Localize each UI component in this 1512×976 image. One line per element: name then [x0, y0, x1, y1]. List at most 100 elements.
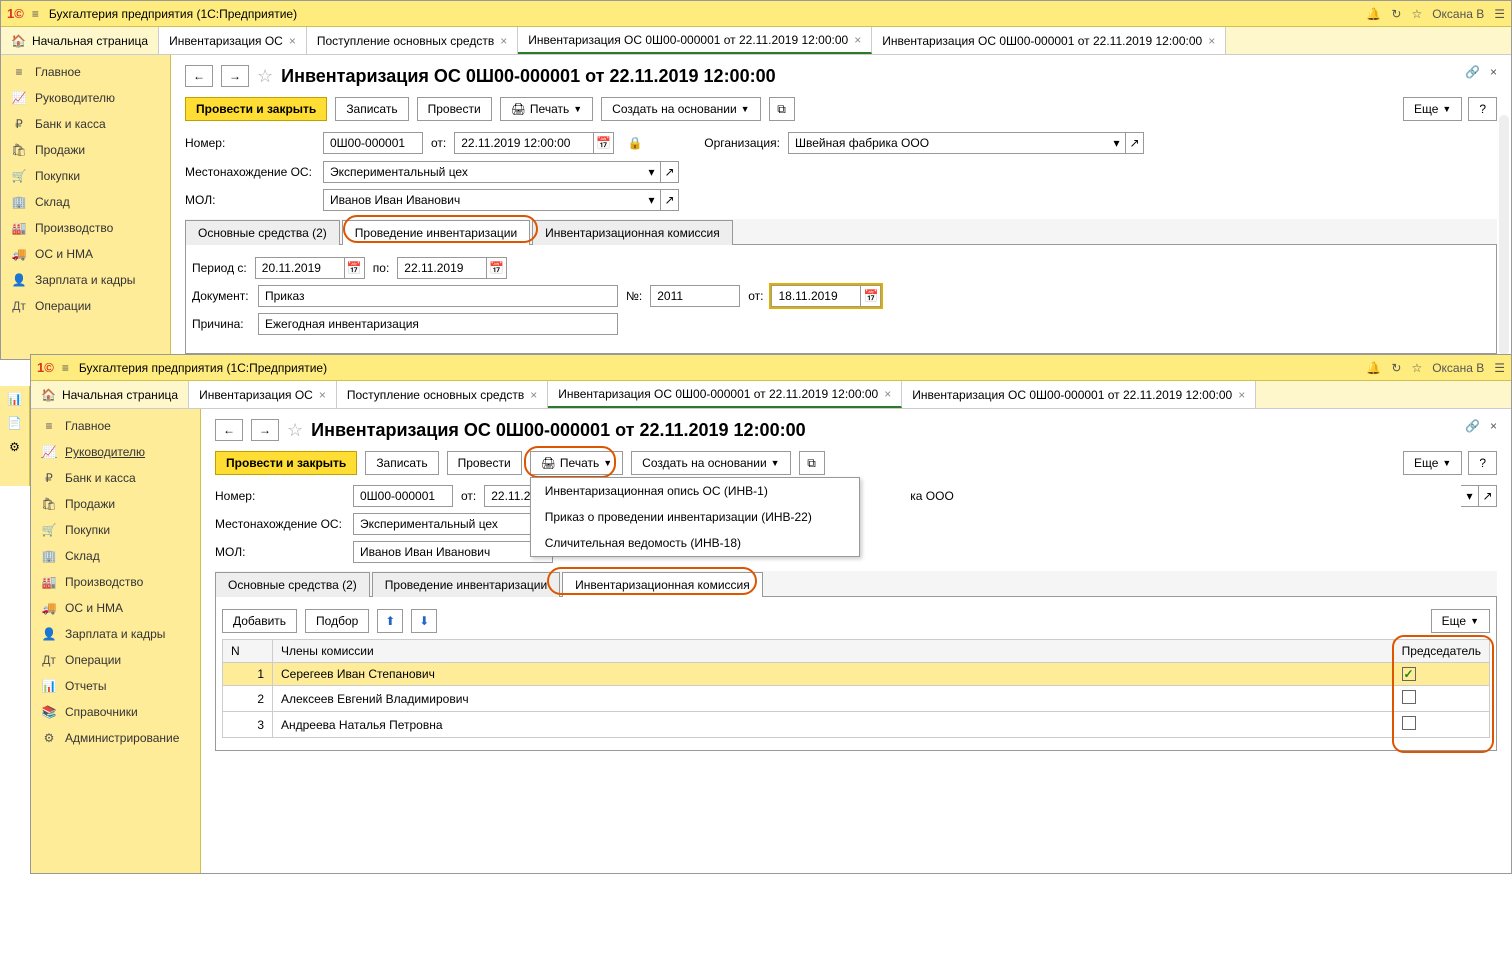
open-icon[interactable]: ↗	[661, 161, 679, 183]
structure-icon[interactable]: ⧉	[799, 451, 825, 475]
close-icon[interactable]: ×	[884, 387, 891, 401]
tab-doc-active[interactable]: Инвентаризация ОС 0Ш00-000001 от 22.11.2…	[548, 381, 902, 408]
close-content-icon[interactable]: ×	[1490, 65, 1497, 79]
tab-commission[interactable]: Инвентаризационная комиссия	[532, 220, 733, 245]
number-input[interactable]	[323, 132, 423, 154]
scrollbar[interactable]	[1499, 115, 1509, 355]
tool-icon[interactable]: 📊	[7, 392, 22, 406]
bell-icon[interactable]: 🔔	[1366, 7, 1381, 21]
print-option[interactable]: Сличительная ведомость (ИНВ-18)	[531, 530, 859, 556]
dropdown-icon[interactable]: ▾	[643, 189, 661, 211]
tab-inv-os[interactable]: Инвентаризация ОС×	[189, 381, 337, 408]
tab-home[interactable]: 🏠 Начальная страница	[31, 381, 189, 408]
sidebar-item[interactable]: 🛒Покупки	[1, 163, 170, 189]
loc-input[interactable]	[353, 513, 553, 535]
open-icon[interactable]: ↗	[661, 189, 679, 211]
sidebar-item[interactable]: ДтОперации	[1, 293, 170, 319]
print-button[interactable]: 🖨 Печать ▼	[500, 97, 593, 121]
create-based-button[interactable]: Создать на основании ▼	[631, 451, 790, 475]
reason-input[interactable]	[258, 313, 618, 335]
tab-doc2[interactable]: Инвентаризация ОС 0Ш00-000001 от 22.11.2…	[872, 27, 1226, 54]
calendar-icon[interactable]: 📅	[487, 257, 507, 279]
sidebar-item[interactable]: ₽Банк и касса	[31, 465, 200, 491]
sidebar-item[interactable]: ≡Главное	[31, 413, 200, 439]
tab-commission[interactable]: Инвентаризационная комиссия	[562, 572, 763, 597]
calendar-icon[interactable]: 📅	[345, 257, 365, 279]
menu-icon[interactable]: ☰	[1494, 7, 1505, 21]
tab-home[interactable]: 🏠 Начальная страница	[1, 27, 159, 54]
loc-input[interactable]	[323, 161, 643, 183]
sidebar-item[interactable]: ⚙Администрирование	[31, 725, 200, 751]
close-icon[interactable]: ×	[1208, 34, 1215, 48]
sidebar-item[interactable]: ≡Главное	[1, 59, 170, 85]
tab-inv-os[interactable]: Инвентаризация ОС×	[159, 27, 307, 54]
sidebar-item[interactable]: 🚚ОС и НМА	[31, 595, 200, 621]
sidebar-item[interactable]: 🏭Производство	[31, 569, 200, 595]
sidebar-item[interactable]: 📈Руководителю	[31, 439, 200, 465]
lock-icon[interactable]: 🔒	[622, 131, 648, 155]
period-end-input[interactable]	[397, 257, 487, 279]
calendar-icon[interactable]: 📅	[861, 285, 881, 307]
tab-receipt[interactable]: Поступление основных средств×	[307, 27, 518, 54]
close-icon[interactable]: ×	[854, 33, 861, 47]
docnum-input[interactable]	[650, 285, 740, 307]
date-input[interactable]	[454, 132, 594, 154]
history-icon[interactable]: ↻	[1391, 361, 1401, 375]
sidebar-item[interactable]: 📚Справочники	[31, 699, 200, 725]
burger-icon[interactable]: ≡	[32, 7, 39, 21]
nav-back[interactable]: ←	[185, 65, 213, 87]
chairman-checkbox[interactable]: ✓	[1402, 667, 1416, 681]
star-icon[interactable]: ☆	[1411, 7, 1422, 21]
chairman-checkbox[interactable]	[1402, 716, 1416, 730]
tab-doc-active[interactable]: Инвентаризация ОС 0Ш00-000001 от 22.11.2…	[518, 27, 872, 54]
dropdown-icon[interactable]: ▾	[1461, 485, 1479, 507]
org-input[interactable]	[788, 132, 1108, 154]
structure-icon[interactable]: ⧉	[769, 97, 795, 121]
sidebar-item[interactable]: 🛍Продажи	[31, 491, 200, 517]
link-icon[interactable]: 🔗	[1465, 65, 1480, 79]
sidebar-item[interactable]: 🛒Покупки	[31, 517, 200, 543]
open-icon[interactable]: ↗	[1479, 485, 1497, 507]
tab-fixed-assets[interactable]: Основные средства (2)	[215, 572, 370, 597]
sidebar-item[interactable]: 🏭Производство	[1, 215, 170, 241]
nav-back[interactable]: ←	[215, 419, 243, 441]
number-input[interactable]	[353, 485, 453, 507]
print-button[interactable]: 🖨 Печать ▼	[530, 451, 623, 475]
dropdown-icon[interactable]: ▾	[643, 161, 661, 183]
close-content-icon[interactable]: ×	[1490, 419, 1497, 433]
history-icon[interactable]: ↻	[1391, 7, 1401, 21]
chairman-checkbox[interactable]	[1402, 690, 1416, 704]
bell-icon[interactable]: 🔔	[1366, 361, 1381, 375]
sidebar-item[interactable]: 👤Зарплата и кадры	[1, 267, 170, 293]
table-row[interactable]: 2 Алексеев Евгений Владимирович	[223, 686, 1490, 712]
nav-fwd[interactable]: →	[221, 65, 249, 87]
menu-icon[interactable]: ☰	[1494, 361, 1505, 375]
post-button[interactable]: Провести	[447, 451, 522, 475]
close-icon[interactable]: ×	[500, 34, 507, 48]
sidebar-item[interactable]: 📊Отчеты	[31, 673, 200, 699]
post-close-button[interactable]: Провести и закрыть	[185, 97, 327, 121]
burger-icon[interactable]: ≡	[62, 361, 69, 375]
user-name[interactable]: Оксана В	[1432, 361, 1484, 375]
tab-receipt[interactable]: Поступление основных средств×	[337, 381, 548, 408]
add-button[interactable]: Добавить	[222, 609, 297, 633]
sidebar-item[interactable]: ₽Банк и касса	[1, 111, 170, 137]
mol-input[interactable]	[323, 189, 643, 211]
print-option[interactable]: Инвентаризационная опись ОС (ИНВ-1)	[531, 478, 859, 504]
period-start-input[interactable]	[255, 257, 345, 279]
close-icon[interactable]: ×	[530, 388, 537, 402]
favorite-icon[interactable]: ☆	[287, 420, 303, 441]
sidebar-item[interactable]: ДтОперации	[31, 647, 200, 673]
dropdown-icon[interactable]: ▾	[1108, 132, 1126, 154]
create-based-button[interactable]: Создать на основании ▼	[601, 97, 760, 121]
doc-input[interactable]	[258, 285, 618, 307]
calendar-icon[interactable]: 📅	[594, 132, 614, 154]
sidebar-item[interactable]: 🏢Склад	[1, 189, 170, 215]
close-icon[interactable]: ×	[289, 34, 296, 48]
tool-icon[interactable]: 📄	[7, 416, 22, 430]
sidebar-item[interactable]: 🚚ОС и НМА	[1, 241, 170, 267]
star-icon[interactable]: ☆	[1411, 361, 1422, 375]
sidebar-item[interactable]: 👤Зарплата и кадры	[31, 621, 200, 647]
move-up-icon[interactable]: ⬆	[377, 609, 403, 633]
write-button[interactable]: Записать	[335, 97, 408, 121]
